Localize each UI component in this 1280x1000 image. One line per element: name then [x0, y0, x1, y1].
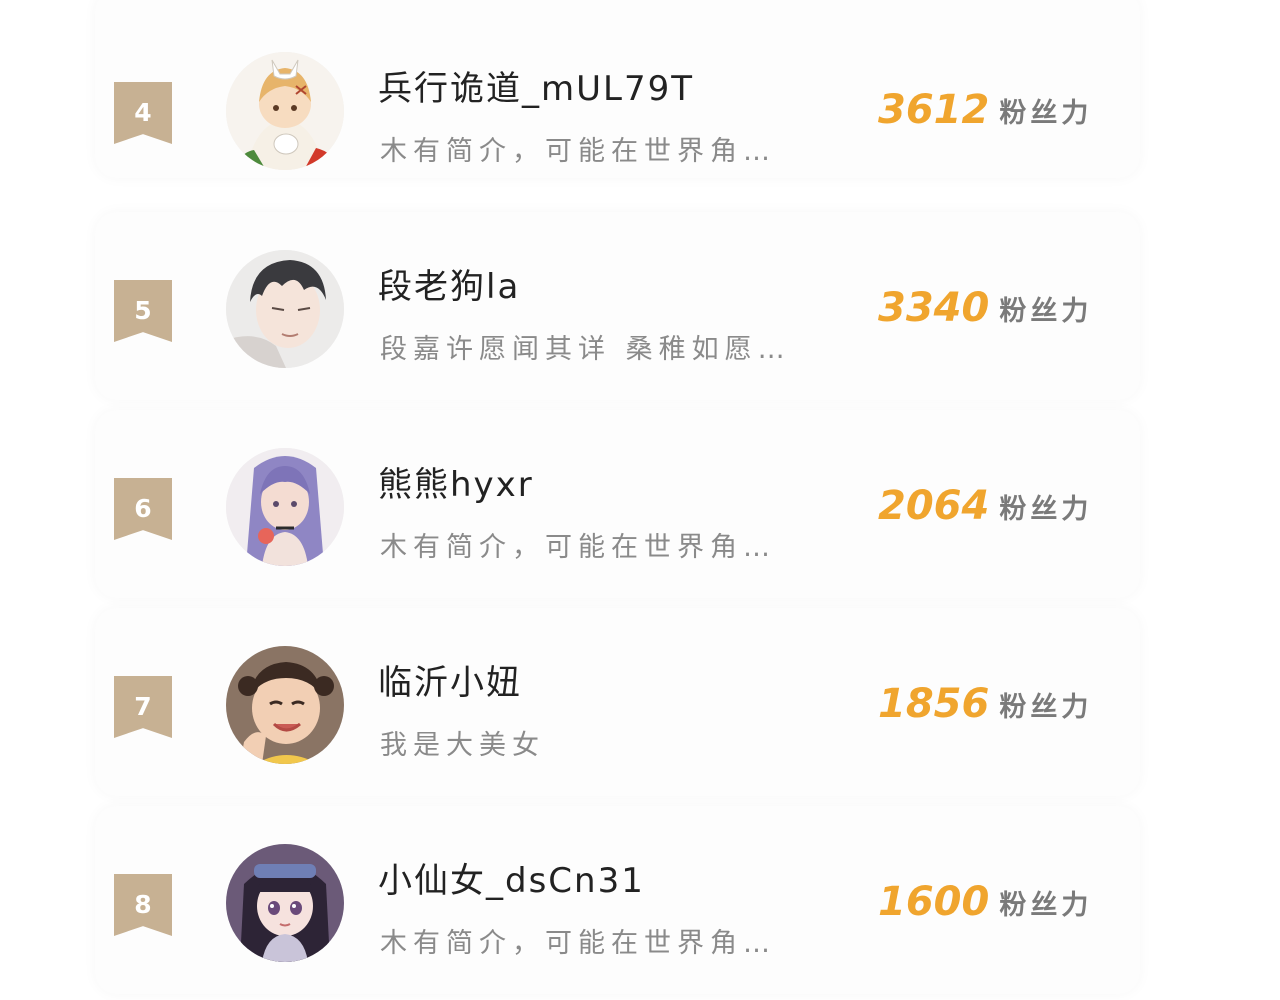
user-name[interactable]: 临沂小妞: [378, 655, 522, 704]
user-name[interactable]: 段老狗la: [378, 259, 520, 308]
fan-power: 3340 粉丝力: [878, 285, 1092, 331]
user-bio: 段嘉许愿闻其详 桑稚如愿…: [380, 334, 791, 365]
fan-power-score: 3612: [878, 87, 990, 133]
fan-power-score: 3340: [878, 285, 990, 331]
user-bio: 木有简介，可能在世界角…: [380, 928, 776, 959]
rank-badge: 5: [114, 280, 172, 342]
fan-power: 2064 粉丝力: [878, 483, 1092, 529]
fan-power-unit: 粉丝力: [999, 889, 1093, 921]
ranking-row[interactable]: 4 兵行诡道_mUL79T 木有简介，可能在世界角… 3612 粉丝力: [0, 33, 1280, 231]
user-bio: 我是大美女: [380, 730, 545, 761]
rank-badge: 4: [114, 82, 172, 144]
fan-power-score: 1600: [878, 879, 990, 925]
rank-badge: 7: [114, 676, 172, 738]
fan-ranking-page: 4 兵行诡道_mUL79T 木有简介，可能在世界角… 3612 粉丝力 5 段老…: [0, 0, 1280, 1000]
fan-power: 1600 粉丝力: [878, 879, 1092, 925]
fan-power-unit: 粉丝力: [999, 97, 1093, 129]
fan-power-score: 2064: [878, 483, 990, 529]
fan-power-unit: 粉丝力: [999, 493, 1093, 525]
user-name[interactable]: 兵行诡道_mUL79T: [378, 61, 694, 110]
ranking-row[interactable]: 5 段老狗la 段嘉许愿闻其详 桑稚如愿… 3340 粉丝力: [0, 231, 1280, 429]
rank-badge: 8: [114, 874, 172, 936]
avatar-anime-girl-dark-hair-icon[interactable]: [226, 844, 344, 962]
fan-power-unit: 粉丝力: [999, 295, 1093, 327]
user-bio: 木有简介，可能在世界角…: [380, 532, 776, 563]
user-bio: 木有简介，可能在世界角…: [380, 136, 776, 167]
fan-power: 1856 粉丝力: [878, 681, 1092, 727]
ranking-row[interactable]: 7 临沂小妞 我是大美女 1856 粉丝力: [0, 627, 1280, 825]
avatar-anime-fox-mask-icon[interactable]: [226, 52, 344, 170]
ranking-row[interactable]: 8 小仙女_dsCn31 木有简介，可能在世界角… 1600 粉丝力: [0, 825, 1280, 1000]
avatar-anime-girl-purple-hair-icon[interactable]: [226, 448, 344, 566]
avatar-anime-boy-icon[interactable]: [226, 250, 344, 368]
fan-power-score: 1856: [878, 681, 990, 727]
user-name[interactable]: 小仙女_dsCn31: [378, 853, 645, 902]
avatar-child-photo-icon[interactable]: [226, 646, 344, 764]
fan-power: 3612 粉丝力: [878, 87, 1092, 133]
fan-power-unit: 粉丝力: [999, 691, 1093, 723]
rank-badge: 6: [114, 478, 172, 540]
ranking-row[interactable]: 6 熊熊hyxr 木有简介，可能在世界角… 2064 粉丝力: [0, 429, 1280, 627]
user-name[interactable]: 熊熊hyxr: [378, 457, 534, 506]
